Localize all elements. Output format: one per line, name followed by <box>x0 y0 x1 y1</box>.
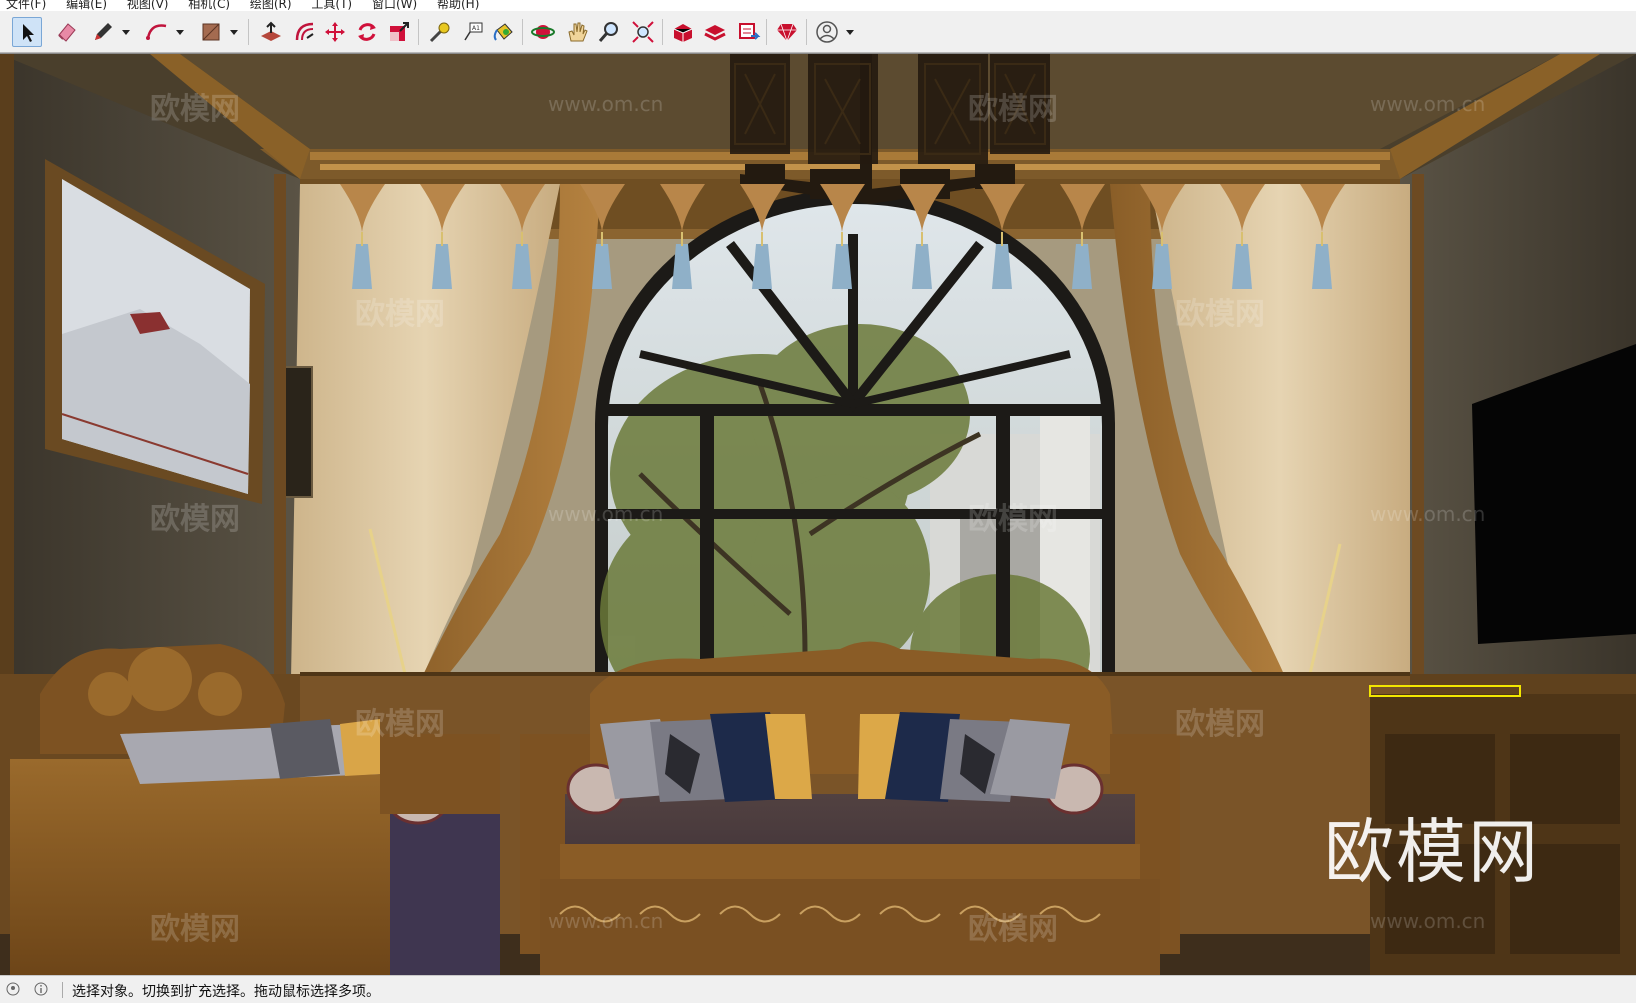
account-button[interactable] <box>812 17 842 47</box>
zoom-extents-icon <box>632 21 654 43</box>
rectangle-icon <box>202 23 220 41</box>
line-tool-dropdown[interactable] <box>120 23 132 41</box>
menu-tools[interactable]: 工具(T) <box>311 0 352 10</box>
3d-warehouse-button[interactable] <box>668 17 698 47</box>
toolbar-separator <box>806 19 807 45</box>
text-icon: A1 <box>464 22 483 41</box>
watermark-text: 欧模网 <box>150 92 240 127</box>
orbit-icon <box>531 25 555 39</box>
move-tool-button[interactable] <box>320 17 350 47</box>
chevron-down-icon <box>176 30 184 35</box>
menu-view[interactable]: 视图(V) <box>127 0 169 10</box>
account-dropdown[interactable] <box>844 23 856 41</box>
toolbar-separator <box>522 19 523 45</box>
watermark-text: 欧模网 <box>1175 707 1265 742</box>
watermark-text: 欧模网 <box>968 912 1058 947</box>
menu-help[interactable]: 帮助(H) <box>437 0 479 10</box>
chevron-down-icon <box>846 30 854 35</box>
watermark-text: 欧模网 <box>355 707 445 742</box>
layout-send-button[interactable] <box>734 17 764 47</box>
toolbar-separator <box>248 19 249 45</box>
toolbar-separator <box>418 19 419 45</box>
watermark-url: www.om.cn <box>548 502 664 526</box>
menu-camera[interactable]: 相机(C) <box>188 0 230 10</box>
chevron-down-icon <box>230 30 238 35</box>
move-icon <box>325 22 345 42</box>
pencil-icon <box>95 23 112 40</box>
watermark-url: www.om.cn <box>1370 92 1486 116</box>
rotate-icon <box>358 23 376 41</box>
toolbar-separator <box>766 19 767 45</box>
ruby-extension-button[interactable] <box>772 17 802 47</box>
watermark-text: 欧模网 <box>150 502 240 537</box>
rectangle-tool-dropdown[interactable] <box>228 23 240 41</box>
pan-tool-button[interactable] <box>562 17 592 47</box>
svg-text:A1: A1 <box>472 25 480 32</box>
watermark-url: www.om.cn <box>1370 909 1486 933</box>
tape-measure-tool-button[interactable] <box>424 17 454 47</box>
model-viewport[interactable]: 欧模网 欧模网 欧模网 欧模网 欧模网 欧模网 欧模网 欧模网 欧模网 欧模网 … <box>0 53 1636 975</box>
select-tool-button[interactable] <box>12 17 42 47</box>
push-pull-tool-button[interactable] <box>256 17 286 47</box>
menu-draw[interactable]: 绘图(R) <box>250 0 292 10</box>
line-tool-button[interactable] <box>88 17 118 47</box>
tape-measure-icon <box>429 22 450 43</box>
arc-tool-dropdown[interactable] <box>174 23 186 41</box>
eraser-tool-button[interactable] <box>52 17 82 47</box>
geo-location-icon[interactable] <box>6 982 20 996</box>
menu-bar: 文件(F) 编辑(E) 视图(V) 相机(C) 绘图(R) 工具(T) 窗口(W… <box>0 0 1636 11</box>
arc-tool-button[interactable] <box>142 17 172 47</box>
hand-icon <box>568 22 588 42</box>
status-message: 选择对象。切换到扩充选择。拖动鼠标选择多项。 <box>72 984 380 1000</box>
chevron-down-icon <box>122 30 130 35</box>
user-account-icon <box>816 21 838 43</box>
text-tool-button[interactable]: A1 <box>458 17 488 47</box>
status-separator <box>62 982 63 998</box>
watermark-text: 欧模网 <box>1175 297 1265 332</box>
watermark-url: www.om.cn <box>548 92 664 116</box>
watermark-url: www.om.cn <box>548 909 664 933</box>
toolbar-separator <box>662 19 663 45</box>
watermark-url: www.om.cn <box>1370 502 1486 526</box>
orbit-tool-button[interactable] <box>528 17 558 47</box>
zoom-extents-tool-button[interactable] <box>628 17 658 47</box>
layout-icon <box>739 23 761 40</box>
menu-edit[interactable]: 编辑(E) <box>66 0 107 10</box>
arc-icon <box>146 24 167 40</box>
eraser-icon <box>58 23 76 42</box>
paint-bucket-tool-button[interactable] <box>488 17 518 47</box>
offset-tool-button[interactable] <box>290 17 320 47</box>
scale-icon <box>390 22 409 41</box>
menu-window[interactable]: 窗口(W) <box>372 0 417 10</box>
ruby-icon <box>777 23 797 42</box>
push-pull-icon <box>261 21 281 41</box>
watermark-logo: 欧模网 <box>1324 811 1540 893</box>
main-toolbar: A1 <box>0 11 1636 53</box>
watermark-text: 欧模网 <box>355 297 445 332</box>
watermark-text: 欧模网 <box>150 912 240 947</box>
warehouse-icon <box>673 24 693 42</box>
scale-tool-button[interactable] <box>384 17 414 47</box>
extension-warehouse-icon <box>704 25 726 41</box>
watermark-text: 欧模网 <box>968 502 1058 537</box>
offset-icon <box>295 22 314 41</box>
zoom-tool-button[interactable] <box>594 17 624 47</box>
extension-warehouse-button[interactable] <box>700 17 730 47</box>
info-icon[interactable] <box>34 982 48 996</box>
menu-file[interactable]: 文件(F) <box>6 0 46 10</box>
rectangle-tool-button[interactable] <box>196 17 226 47</box>
rotate-tool-button[interactable] <box>352 17 382 47</box>
magnifier-icon <box>598 22 618 42</box>
watermark-text: 欧模网 <box>968 92 1058 127</box>
arrow-cursor-icon <box>23 24 34 42</box>
paint-bucket-icon <box>493 23 513 41</box>
status-bar: 选择对象。切换到扩充选择。拖动鼠标选择多项。 <box>0 975 1636 1003</box>
